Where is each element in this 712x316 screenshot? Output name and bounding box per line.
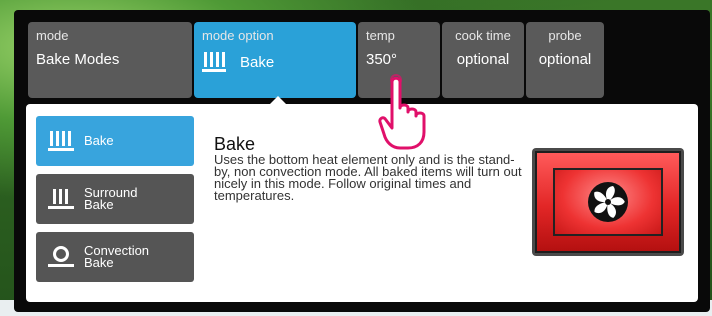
oven-cavity — [535, 151, 681, 253]
mode-description-text: Uses the bottom heat element only and is… — [214, 152, 522, 203]
mode-button-label: Bake — [84, 133, 114, 148]
oven-control-panel: mode Bake Modes mode option Bake temp 35… — [14, 10, 710, 312]
bake-element-icon — [48, 131, 74, 151]
surround-bake-icon — [48, 189, 74, 209]
tab-mode-option[interactable]: mode option Bake — [194, 22, 356, 98]
pointing-hand-icon — [378, 74, 426, 150]
tab-probe[interactable]: probe optional — [526, 22, 604, 98]
oven-illustration — [532, 148, 684, 256]
tab-mode[interactable]: mode Bake Modes — [28, 22, 192, 98]
active-tab-pointer — [270, 96, 286, 104]
tab-cook-time[interactable]: cook time optional — [442, 22, 524, 98]
tab-mode-option-value-row: Bake — [202, 51, 348, 73]
oven-window — [553, 168, 663, 236]
bake-element-icon — [202, 52, 226, 72]
tab-cook-time-label: cook time — [455, 28, 511, 43]
mode-option-content: Bake Surround Bake Convection Bake Bake … — [26, 104, 698, 302]
tab-temp-label: temp — [366, 28, 395, 43]
tab-mode-option-label: mode option — [202, 28, 274, 43]
tab-mode-value: Bake Modes — [36, 51, 120, 68]
tab-temp-value: 350° — [366, 51, 398, 68]
oven-fan-icon — [588, 182, 628, 222]
mode-button-convection-bake[interactable]: Convection Bake — [36, 232, 194, 282]
tab-mode-label: mode — [36, 28, 69, 43]
convection-bake-icon — [48, 246, 74, 267]
mode-button-label: Surround Bake — [84, 185, 138, 212]
tab-mode-option-value: Bake — [240, 53, 275, 71]
tab-probe-value: optional — [538, 51, 592, 68]
mode-button-label: Convection Bake — [84, 243, 150, 270]
mode-button-bake[interactable]: Bake — [36, 116, 194, 166]
tab-probe-label: probe — [548, 28, 582, 43]
mode-button-surround-bake[interactable]: Surround Bake — [36, 174, 194, 224]
tab-cook-time-value: optional — [456, 51, 510, 68]
